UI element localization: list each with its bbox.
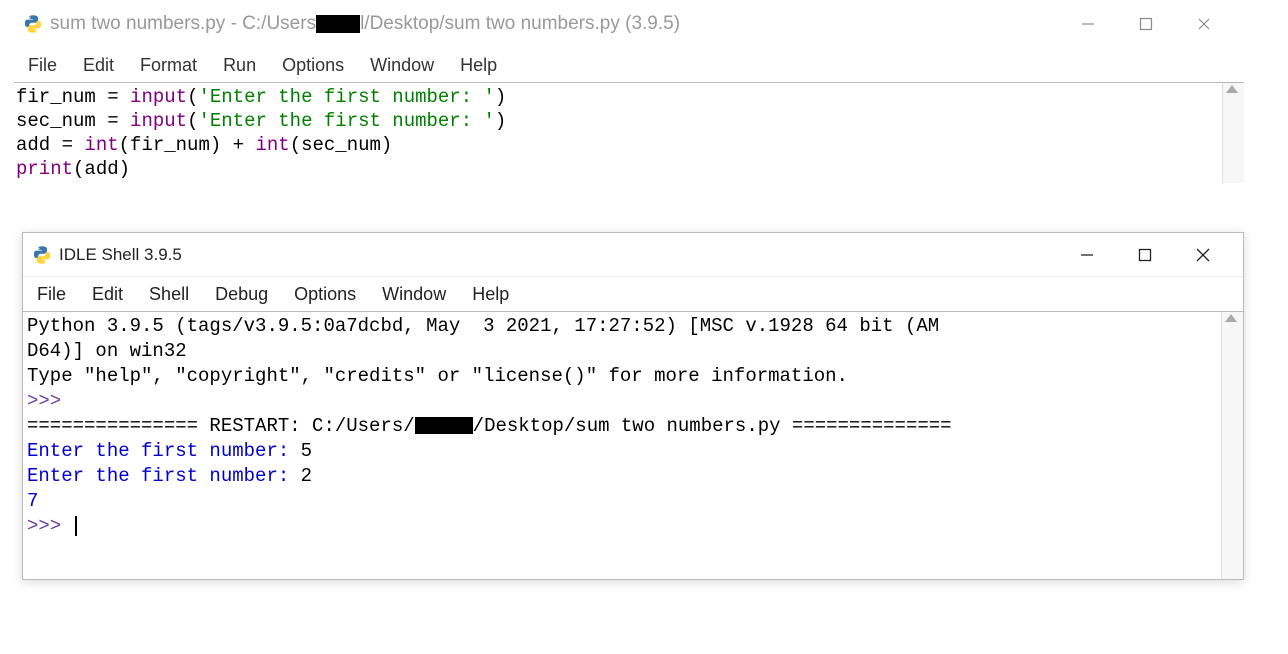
editor-scrollbar[interactable]	[1222, 83, 1244, 183]
shell-scrollbar[interactable]	[1221, 312, 1243, 579]
redacted-text	[316, 15, 360, 33]
shell-output[interactable]: Python 3.9.5 (tags/v3.9.5:0a7dcbd, May 3…	[23, 312, 1221, 579]
menu-file[interactable]: File	[18, 51, 67, 80]
redacted-text	[415, 417, 473, 434]
menu-file[interactable]: File	[27, 280, 76, 309]
shell-window-controls	[1063, 235, 1243, 275]
menu-options[interactable]: Options	[272, 51, 354, 80]
minimize-button[interactable]	[1064, 4, 1112, 44]
shell-title: IDLE Shell 3.9.5	[59, 245, 182, 265]
menu-run[interactable]: Run	[213, 51, 266, 80]
shell-window: IDLE Shell 3.9.5 File Edit Shell Debug O…	[22, 232, 1244, 580]
editor-code[interactable]: fir_num = input('Enter the first number:…	[14, 83, 1222, 183]
editor-window-controls	[1064, 4, 1244, 44]
editor-menubar: File Edit Format Run Options Window Help	[14, 48, 1244, 82]
menu-format[interactable]: Format	[130, 51, 207, 80]
minimize-button[interactable]	[1063, 235, 1111, 275]
close-button[interactable]	[1180, 4, 1228, 44]
text-cursor	[75, 516, 77, 536]
editor-titlebar[interactable]: sum two numbers.py - C:/Usersl/Desktop/s…	[14, 0, 1244, 48]
maximize-button[interactable]	[1121, 235, 1169, 275]
python-icon	[31, 244, 53, 266]
shell-output-wrap: Python 3.9.5 (tags/v3.9.5:0a7dcbd, May 3…	[23, 311, 1243, 579]
editor-title: sum two numbers.py - C:/Usersl/Desktop/s…	[50, 13, 680, 35]
editor-window: sum two numbers.py - C:/Usersl/Desktop/s…	[14, 0, 1244, 230]
editor-code-wrap: fir_num = input('Enter the first number:…	[14, 82, 1244, 183]
shell-menubar: File Edit Shell Debug Options Window Hel…	[23, 277, 1243, 311]
menu-shell[interactable]: Shell	[139, 280, 199, 309]
python-icon	[22, 13, 44, 35]
menu-window[interactable]: Window	[372, 280, 456, 309]
close-button[interactable]	[1179, 235, 1227, 275]
menu-debug[interactable]: Debug	[205, 280, 278, 309]
shell-titlebar[interactable]: IDLE Shell 3.9.5	[23, 233, 1243, 277]
menu-help[interactable]: Help	[462, 280, 519, 309]
menu-edit[interactable]: Edit	[73, 51, 124, 80]
menu-options[interactable]: Options	[284, 280, 366, 309]
menu-edit[interactable]: Edit	[82, 280, 133, 309]
maximize-button[interactable]	[1122, 4, 1170, 44]
menu-help[interactable]: Help	[450, 51, 507, 80]
menu-window[interactable]: Window	[360, 51, 444, 80]
